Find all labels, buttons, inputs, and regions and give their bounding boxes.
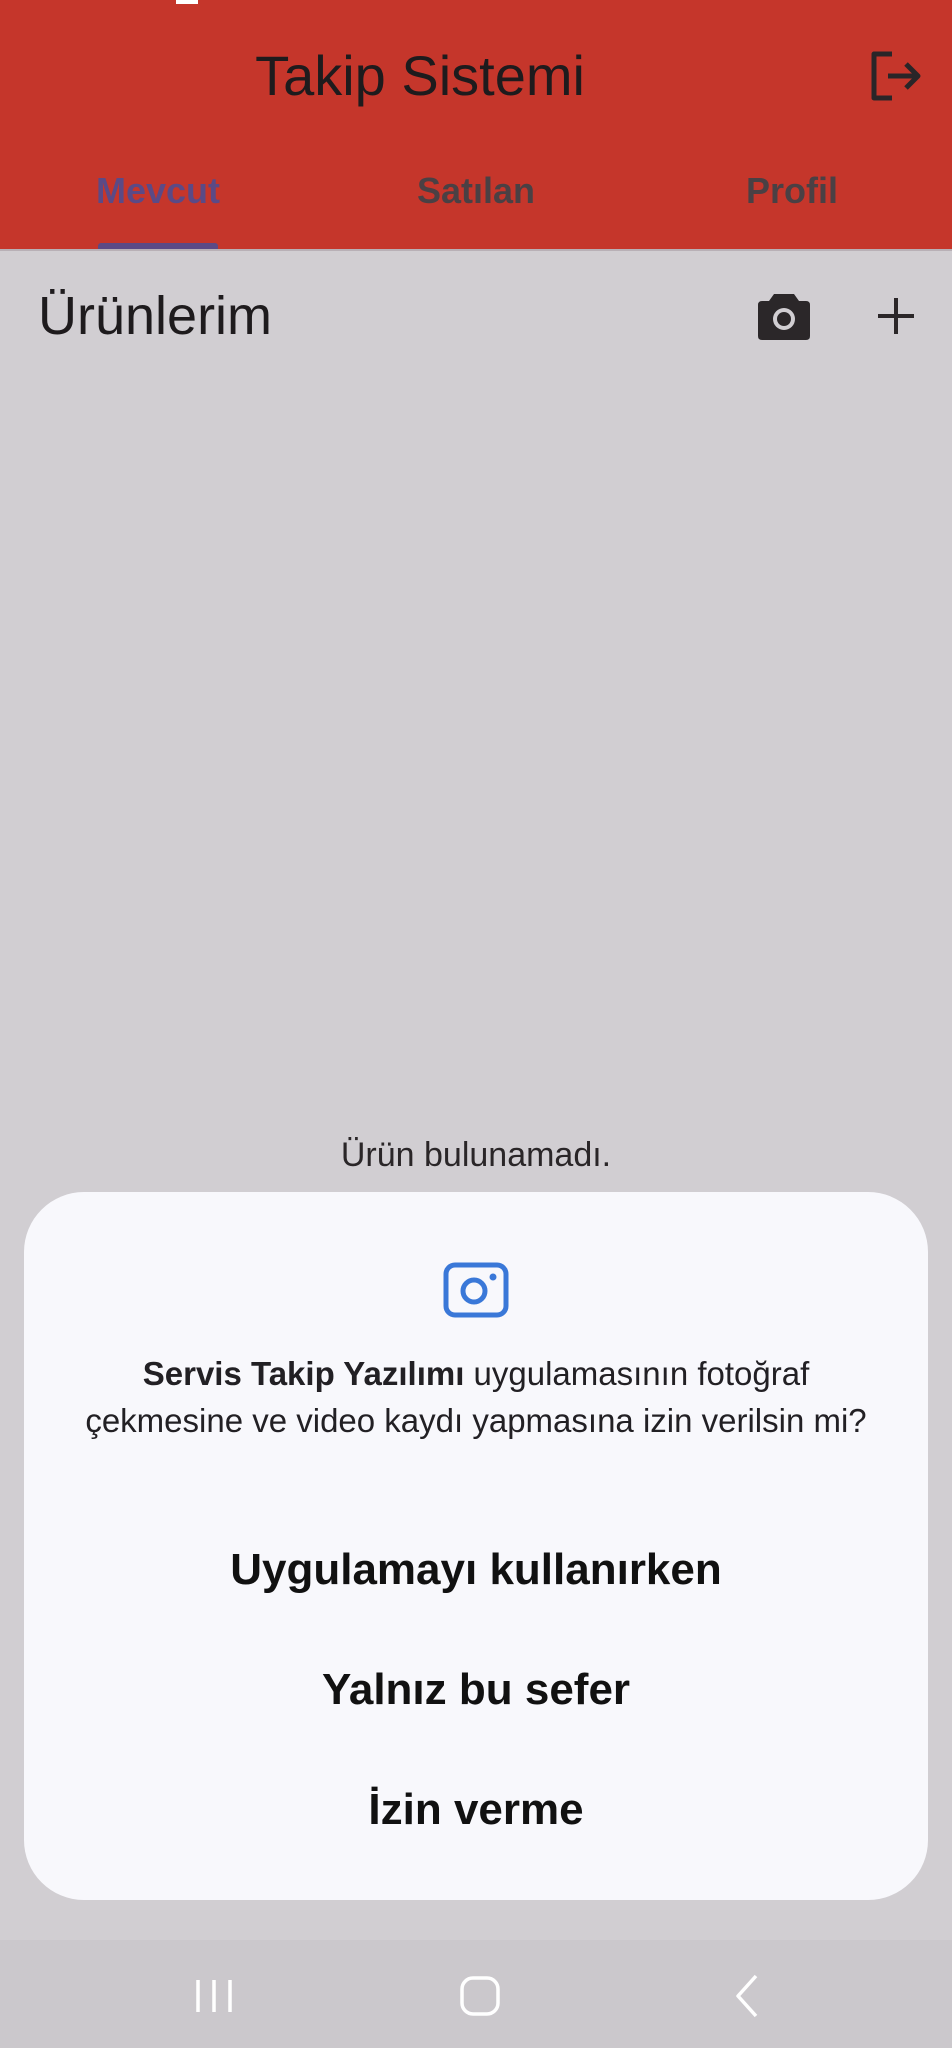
section-title: Ürünlerim <box>38 286 273 346</box>
tab-mevcut[interactable]: Mevcut <box>58 166 258 216</box>
empty-state-text: Ürün bulunamadı. <box>340 1136 612 1174</box>
app-bar: Takip Sistemi Mevcut Satılan Profil <box>0 0 952 251</box>
allow-once-button[interactable]: Yalnız bu sefer <box>24 1660 928 1720</box>
home-icon[interactable] <box>452 1968 508 2024</box>
system-navigation-bar <box>0 1940 952 2048</box>
allow-while-using-button[interactable]: Uygulamayı kullanırken <box>24 1540 928 1600</box>
active-tab-indicator <box>98 243 218 249</box>
permission-dialog: Servis Takip Yazılımı uygulamasının foto… <box>24 1192 928 1900</box>
recents-icon[interactable] <box>186 1968 242 2024</box>
app-title: Takip Sistemi <box>255 44 585 107</box>
tab-satilan[interactable]: Satılan <box>376 166 576 216</box>
status-bar-indicator <box>176 0 198 4</box>
camera-permission-icon <box>443 1262 509 1318</box>
dialog-app-name: Servis Takip Yazılımı <box>142 1355 465 1392</box>
add-icon[interactable] <box>876 296 916 336</box>
deny-button[interactable]: İzin verme <box>24 1780 928 1840</box>
tab-profil[interactable]: Profil <box>692 166 892 216</box>
camera-icon[interactable] <box>756 290 812 342</box>
back-icon[interactable] <box>720 1968 776 2024</box>
logout-icon[interactable] <box>866 46 926 106</box>
dialog-message: Servis Takip Yazılımı uygulamasının foto… <box>74 1350 878 1444</box>
